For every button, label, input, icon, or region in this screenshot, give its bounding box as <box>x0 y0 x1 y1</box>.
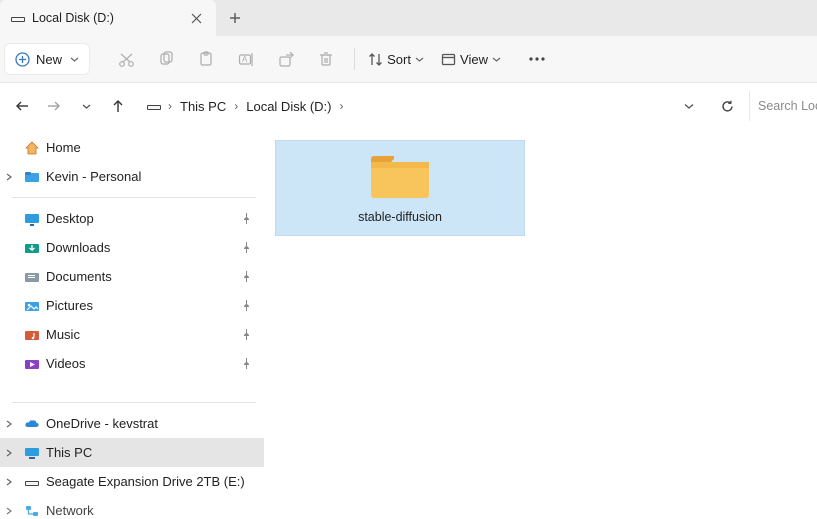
sidebar-item-label: Videos <box>46 356 86 371</box>
view-button[interactable]: View <box>435 43 507 75</box>
folder-icon <box>368 153 432 204</box>
this-pc-icon <box>24 445 40 461</box>
pin-icon <box>241 241 252 256</box>
sidebar-item-label: Network <box>46 503 94 518</box>
sidebar-item-label: Pictures <box>46 298 93 313</box>
file-list-pane[interactable]: stable-diffusion <box>265 130 817 519</box>
folder-icon <box>24 169 40 185</box>
close-tab-button[interactable] <box>184 6 208 30</box>
sidebar-item-external-drive[interactable]: Seagate Expansion Drive 2TB (E:) <box>0 467 264 496</box>
body-split: Home Kevin - Personal Desktop Downloads … <box>0 130 817 519</box>
drive-icon <box>24 474 40 490</box>
address-bar[interactable]: › This PC › Local Disk (D:) › <box>140 90 673 122</box>
chevron-down-icon <box>492 55 501 64</box>
cloud-icon <box>24 416 40 432</box>
breadcrumb-local-disk-d[interactable]: Local Disk (D:) <box>244 97 333 116</box>
breadcrumb-sep: › <box>232 99 240 113</box>
sidebar-item-videos[interactable]: Videos <box>0 349 264 378</box>
new-button[interactable]: New <box>4 43 90 75</box>
new-tab-button[interactable] <box>216 0 254 36</box>
videos-icon <box>24 356 40 372</box>
folder-label: stable-diffusion <box>358 210 442 224</box>
address-history-button[interactable] <box>673 90 705 122</box>
pin-icon <box>241 270 252 285</box>
navigation-pane: Home Kevin - Personal Desktop Downloads … <box>0 130 265 519</box>
more-button[interactable] <box>517 43 557 75</box>
drive-icon <box>10 10 26 26</box>
rename-button[interactable]: A <box>228 43 264 75</box>
documents-icon <box>24 269 40 285</box>
view-icon <box>441 52 456 67</box>
sidebar-item-documents[interactable]: Documents <box>0 262 264 291</box>
chevron-down-icon <box>70 55 79 64</box>
drive-icon <box>146 98 162 114</box>
sidebar-item-label: OneDrive - kevstrat <box>46 416 158 431</box>
pin-icon <box>241 357 252 372</box>
home-icon <box>24 140 40 156</box>
refresh-button[interactable] <box>711 90 743 122</box>
cut-button[interactable] <box>108 43 144 75</box>
chevron-down-icon <box>415 55 424 64</box>
desktop-icon <box>24 211 40 227</box>
sidebar-separator <box>12 402 256 403</box>
sort-icon <box>368 52 383 67</box>
sidebar-item-label: Home <box>46 140 81 155</box>
sidebar-item-pictures[interactable]: Pictures <box>0 291 264 320</box>
svg-text:A: A <box>242 55 248 64</box>
breadcrumb-sep: › <box>337 99 345 113</box>
sidebar-item-this-pc[interactable]: This PC <box>0 438 264 467</box>
sidebar-item-network[interactable]: Network <box>0 496 264 519</box>
plus-circle-icon <box>15 52 30 67</box>
sidebar-item-label: Music <box>46 327 80 342</box>
expand-icon[interactable] <box>4 475 14 490</box>
share-button[interactable] <box>268 43 304 75</box>
delete-button[interactable] <box>308 43 344 75</box>
downloads-icon <box>24 240 40 256</box>
tab-strip: Local Disk (D:) <box>0 0 817 36</box>
sidebar-item-label: This PC <box>46 445 92 460</box>
expand-icon[interactable] <box>4 417 14 432</box>
nav-recent-button[interactable] <box>70 90 102 122</box>
sort-button[interactable]: Sort <box>361 43 431 75</box>
ellipsis-icon <box>529 57 545 61</box>
folder-stable-diffusion[interactable]: stable-diffusion <box>275 140 525 236</box>
sidebar-item-label: Documents <box>46 269 112 284</box>
sidebar-item-personal[interactable]: Kevin - Personal <box>0 162 264 191</box>
pin-icon <box>241 299 252 314</box>
sidebar-item-downloads[interactable]: Downloads <box>0 233 264 262</box>
toolbar-separator <box>354 48 355 70</box>
sidebar-item-desktop[interactable]: Desktop <box>0 204 264 233</box>
pin-icon <box>241 328 252 343</box>
nav-forward-button[interactable] <box>38 90 70 122</box>
search-input[interactable]: Search Local Disk (D:) <box>749 91 817 121</box>
sidebar-item-label: Seagate Expansion Drive 2TB (E:) <box>46 474 245 489</box>
nav-up-button[interactable] <box>102 90 134 122</box>
sidebar-item-music[interactable]: Music <box>0 320 264 349</box>
address-bar-row: › This PC › Local Disk (D:) › Search Loc… <box>0 83 817 130</box>
copy-button[interactable] <box>148 43 184 75</box>
pictures-icon <box>24 298 40 314</box>
new-button-label: New <box>36 52 62 67</box>
expand-icon[interactable] <box>4 446 14 461</box>
sidebar-item-label: Desktop <box>46 211 94 226</box>
pin-icon <box>241 212 252 227</box>
sidebar-separator <box>12 197 256 198</box>
tab-title: Local Disk (D:) <box>32 11 178 25</box>
tab-local-disk-d[interactable]: Local Disk (D:) <box>0 0 216 36</box>
expand-icon[interactable] <box>4 504 14 519</box>
sort-label: Sort <box>387 52 411 67</box>
main-toolbar: New A Sort View <box>0 36 817 83</box>
sidebar-item-label: Downloads <box>46 240 110 255</box>
sidebar-item-label: Kevin - Personal <box>46 169 141 184</box>
view-label: View <box>460 52 488 67</box>
expand-icon[interactable] <box>4 170 14 185</box>
breadcrumb-sep: › <box>166 99 174 113</box>
sidebar-item-home[interactable]: Home <box>0 133 264 162</box>
breadcrumb-this-pc[interactable]: This PC <box>178 97 228 116</box>
sidebar-item-onedrive[interactable]: OneDrive - kevstrat <box>0 409 264 438</box>
nav-back-button[interactable] <box>6 90 38 122</box>
paste-button[interactable] <box>188 43 224 75</box>
network-icon <box>24 503 40 519</box>
music-icon <box>24 327 40 343</box>
